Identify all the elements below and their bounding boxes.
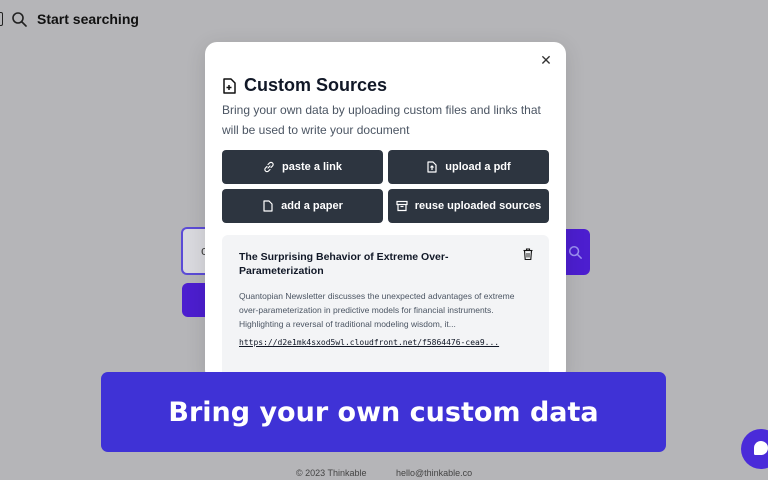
source-link[interactable]: https://d2e1mk4sxod5wl.cloudfront.net/f5… bbox=[239, 338, 529, 347]
page-title: Start searching bbox=[37, 11, 139, 27]
custom-sources-modal: ✕ Custom Sources Bring your own data by … bbox=[205, 42, 566, 382]
source-card: The Surprising Behavior of Extreme Over-… bbox=[222, 235, 549, 382]
close-icon[interactable]: ✕ bbox=[538, 52, 554, 68]
source-title: The Surprising Behavior of Extreme Over-… bbox=[239, 251, 449, 277]
document-icon bbox=[263, 200, 273, 212]
promo-banner: Bring your own custom data bbox=[101, 372, 666, 452]
top-bar: Start searching bbox=[0, 6, 139, 32]
file-upload-icon bbox=[427, 161, 437, 173]
trash-icon[interactable] bbox=[523, 248, 533, 260]
footer-email[interactable]: hello@thinkable.co bbox=[396, 468, 472, 478]
chat-button[interactable] bbox=[741, 429, 768, 469]
upload-pdf-label: upload a pdf bbox=[445, 161, 511, 173]
paste-link-button[interactable]: paste a link bbox=[222, 150, 383, 184]
reuse-sources-button[interactable]: reuse uploaded sources bbox=[388, 189, 549, 223]
footer-copyright: © 2023 Thinkable bbox=[296, 468, 367, 478]
upload-pdf-button[interactable]: upload a pdf bbox=[388, 150, 549, 184]
modal-title: Custom Sources bbox=[244, 75, 388, 95]
file-plus-icon bbox=[223, 77, 236, 94]
modal-description: Bring your own data by uploading custom … bbox=[222, 103, 541, 137]
search-icon bbox=[568, 245, 582, 259]
archive-icon bbox=[396, 200, 408, 212]
paste-link-label: paste a link bbox=[282, 161, 342, 173]
search-icon[interactable] bbox=[11, 11, 27, 27]
add-paper-button[interactable]: add a paper bbox=[222, 189, 383, 223]
sidebar-toggle-icon[interactable] bbox=[0, 12, 3, 26]
source-description: Quantopian Newsletter discusses the unex… bbox=[239, 291, 515, 329]
options-button[interactable] bbox=[182, 283, 206, 317]
reuse-sources-label: reuse uploaded sources bbox=[414, 200, 542, 212]
banner-text: Bring your own custom data bbox=[168, 396, 599, 428]
chat-icon bbox=[754, 441, 768, 455]
modal-header: Custom Sources bbox=[222, 75, 387, 96]
link-icon bbox=[264, 161, 274, 173]
add-paper-label: add a paper bbox=[281, 200, 343, 212]
